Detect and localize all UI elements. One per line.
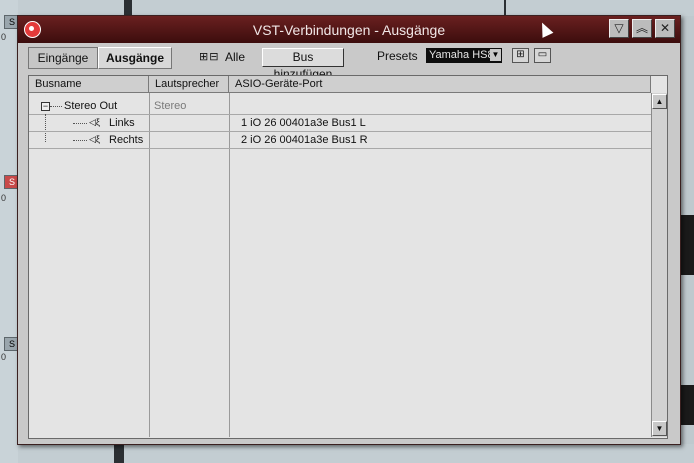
maximize-icon[interactable]: ︽	[632, 19, 652, 38]
cubase-app-icon[interactable]	[24, 21, 41, 38]
speaker-icon: ◁ξ	[89, 134, 100, 144]
background-divider	[504, 0, 506, 16]
speaker-icon: ◁ξ	[89, 117, 100, 127]
alle-label: Alle	[225, 50, 246, 64]
vst-connections-window: VST-Verbindungen - Ausgänge ▽ ︽ ✕ Eingän…	[17, 15, 681, 445]
window-title: VST-Verbindungen - Ausgänge	[252, 22, 446, 38]
audio-waveform	[680, 215, 694, 275]
tree-line	[73, 140, 87, 141]
tree-line	[50, 106, 62, 107]
collapse-icon[interactable]: −	[41, 102, 50, 111]
presets-label: Presets	[377, 49, 418, 63]
column-header-busname[interactable]: Busname	[29, 76, 149, 93]
bus-table: Busname Lautsprecher ASIO-Geräte-Port − …	[28, 75, 668, 439]
save-preset-icon[interactable]: ⊞	[512, 48, 529, 63]
column-header-asio-port[interactable]: ASIO-Geräte-Port	[229, 76, 651, 93]
expand-collapse-all-icon[interactable]: ⊞⊟	[199, 50, 219, 63]
add-bus-button[interactable]: Bus hinzufügen	[262, 48, 344, 81]
tab-ausgaenge[interactable]: Ausgänge	[98, 47, 172, 69]
chevron-down-icon[interactable]: ▼	[490, 49, 501, 61]
background-track-list: S 0 S 0 S 0	[0, 0, 20, 463]
track-number: 0	[1, 193, 7, 203]
tab-eingaenge[interactable]: Eingänge	[28, 47, 98, 69]
lautsprecher-cell[interactable]: Stereo	[154, 98, 186, 114]
port-cell[interactable]: 1 iO 26 00401a3e Bus1 L	[241, 115, 366, 131]
scroll-down-icon[interactable]: ▼	[652, 421, 667, 436]
audio-waveform	[680, 385, 694, 425]
background-track-area-bottom	[18, 444, 694, 463]
column-header-lautsprecher[interactable]: Lautsprecher	[149, 76, 229, 93]
vertical-scrollbar[interactable]: ▲ ▼	[651, 93, 667, 437]
toolbar: Eingänge Ausgänge ⊞⊟ Alle Bus hinzufügen…	[18, 43, 680, 81]
track-number: 0	[1, 352, 7, 362]
table-row[interactable]: − Stereo Out Stereo	[29, 98, 651, 115]
port-cell[interactable]: 2 iO 26 00401a3e Bus1 R	[241, 132, 368, 148]
background-track-area-top	[18, 0, 694, 16]
background-divider	[114, 444, 124, 463]
table-row[interactable]: ◁ξ Links 1 iO 26 00401a3e Bus1 L	[29, 115, 651, 132]
close-icon[interactable]: ✕	[655, 19, 675, 38]
delete-preset-icon[interactable]: ▭	[534, 48, 551, 63]
track-number: 0	[1, 32, 7, 42]
presets-select[interactable]: Yamaha HS8 ▼	[426, 48, 502, 63]
busname-cell: Rechts	[109, 134, 144, 146]
table-row[interactable]: ◁ξ Rechts 2 iO 26 00401a3e Bus1 R	[29, 132, 651, 149]
scroll-up-icon[interactable]: ▲	[652, 94, 667, 109]
minimize-icon[interactable]: ▽	[609, 19, 629, 38]
busname-cell: Stereo Out	[64, 100, 118, 112]
presets-value: Yamaha HS8	[429, 49, 494, 61]
title-bar[interactable]: VST-Verbindungen - Ausgänge ▽ ︽ ✕	[18, 16, 680, 43]
busname-cell: Links	[109, 117, 135, 129]
tree-line	[73, 123, 87, 124]
background-divider	[124, 0, 132, 16]
